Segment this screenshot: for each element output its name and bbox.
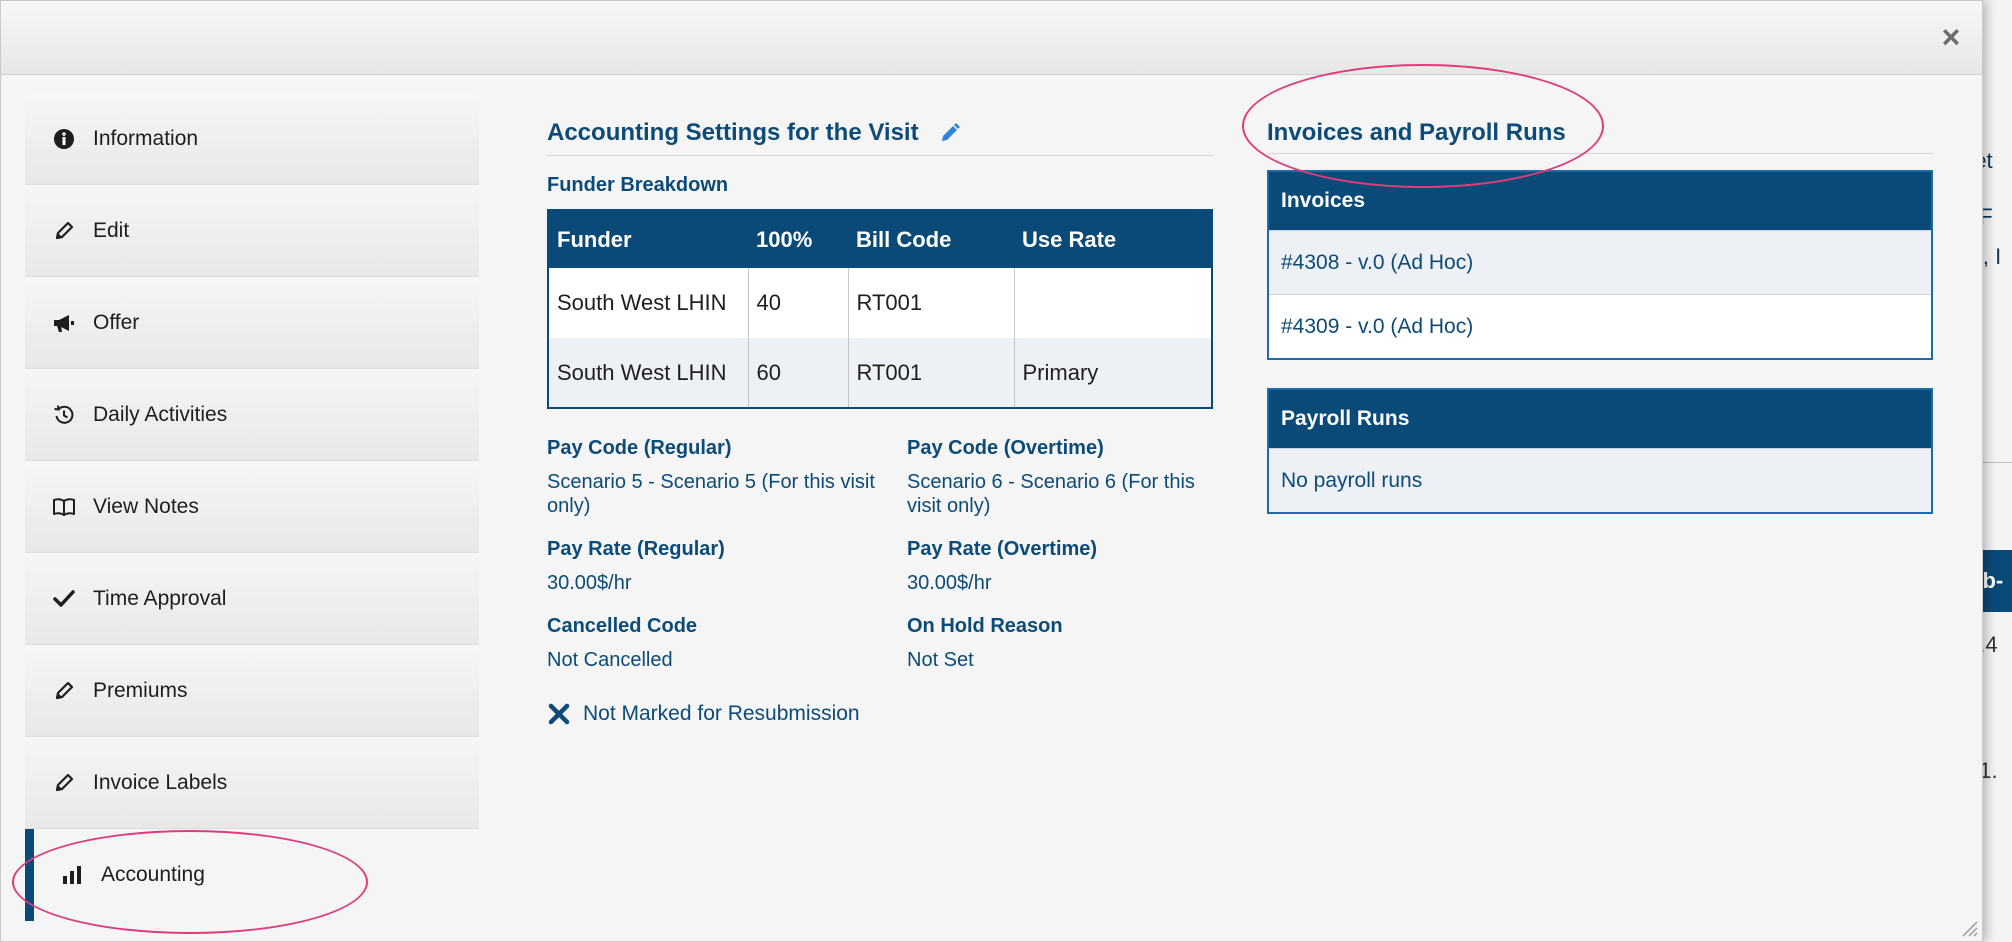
payroll-empty-message: No payroll runs [1269,448,1931,512]
edit-pencil-icon[interactable] [939,122,961,144]
invoice-link[interactable]: #4308 - v.0 (Ad Hoc) [1281,251,1473,275]
accounting-settings-header: Accounting Settings for the Visit [547,119,1213,156]
section-title: Accounting Settings for the Visit [547,119,919,146]
resize-grip-icon[interactable] [1960,919,1978,937]
megaphone-icon [51,310,77,336]
sidebar-item-label: Time Approval [93,586,227,610]
field-value: Scenario 5 - Scenario 5 (For this visit … [547,471,875,517]
field-label: Pay Rate (Overtime) [907,538,1098,560]
history-icon [51,402,77,428]
payroll-runs-panel: Payroll Runs No payroll runs [1267,388,1933,514]
sidebar-item-time-approval[interactable]: Time Approval [25,553,479,645]
table-cell: RT001 [848,268,1015,338]
sidebar-item-information[interactable]: Information [25,93,479,185]
table-row: South West LHIN 40 RT001 [548,268,1213,338]
sidebar-nav: Information Edit Offer Daily Activities … [25,93,479,921]
accounting-settings: Accounting Settings for the Visit Funder… [547,119,1213,726]
pencil-icon [51,678,77,704]
field-label: On Hold Reason [907,615,1063,637]
table-cell: Primary [1014,338,1213,408]
bar-chart-icon [59,862,85,888]
field-value: 30.00$/hr [547,572,632,594]
table-cell: 40 [748,268,849,338]
sidebar-item-offer[interactable]: Offer [25,277,479,369]
check-icon [51,586,77,612]
resubmission-status: Not Marked for Resubmission [547,702,1213,726]
pay-code-overtime: Pay Code (Overtime) Scenario 6 - Scenari… [907,437,1213,518]
pay-code-regular: Pay Code (Regular) Scenario 5 - Scenario… [547,437,907,518]
pencil-icon [51,218,77,244]
payroll-runs-panel-header: Payroll Runs [1269,390,1931,448]
table-cell: RT001 [848,338,1015,408]
sidebar-item-edit[interactable]: Edit [25,185,479,277]
column-header-funder: Funder [548,210,748,268]
invoices-payroll-title: Invoices and Payroll Runs [1267,119,1933,154]
table-cell: South West LHIN [548,338,749,408]
invoice-link[interactable]: #4309 - v.0 (Ad Hoc) [1281,315,1473,339]
close-button[interactable]: × [1936,21,1966,53]
field-label: Pay Code (Overtime) [907,437,1104,459]
table-header-row: Funder 100% Bill Code Use Rate [548,210,1212,268]
field-label: Cancelled Code [547,615,698,637]
on-hold-reason: On Hold Reason Not Set [907,615,1213,672]
cancelled-code: Cancelled Code Not Cancelled [547,615,907,672]
field-label: Pay Rate (Regular) [547,538,725,560]
table-cell: 60 [748,338,849,408]
table-cell: South West LHIN [548,268,749,338]
pencil-icon [51,770,77,796]
column-header-use-rate: Use Rate [1014,210,1212,268]
x-mark-icon [547,702,571,726]
sidebar-item-label: Information [93,126,199,150]
field-value: 30.00$/hr [907,572,992,594]
modal-header: × [1,1,1982,75]
list-item: #4309 - v.0 (Ad Hoc) [1269,294,1931,358]
sidebar-item-accounting[interactable]: Accounting [25,829,479,921]
pay-details: Pay Code (Regular) Scenario 5 - Scenario… [547,437,1213,672]
book-icon [51,494,77,520]
sidebar-item-label: Edit [93,218,130,242]
resubmission-text: Not Marked for Resubmission [583,702,860,725]
table-cell [1014,268,1213,338]
sidebar-item-label: Offer [93,310,140,334]
sidebar-item-invoice-labels[interactable]: Invoice Labels [25,737,479,829]
info-circle-icon [51,126,77,152]
list-item: #4308 - v.0 (Ad Hoc) [1269,230,1931,294]
field-value: Scenario 6 - Scenario 6 (For this visit … [907,471,1195,517]
field-value: Not Cancelled [547,649,673,671]
sidebar-item-premiums[interactable]: Premiums [25,645,479,737]
funder-table: Funder 100% Bill Code Use Rate South Wes… [547,209,1213,409]
column-header-bill-code: Bill Code [848,210,1014,268]
pay-rate-regular: Pay Rate (Regular) 30.00$/hr [547,538,907,595]
field-label: Pay Code (Regular) [547,437,732,459]
visit-modal: × Information Edit Offer Daily Activitie… [0,0,1983,942]
invoices-panel-header: Invoices [1269,172,1931,230]
sidebar-item-label: Premiums [93,678,188,702]
sidebar-item-daily-activities[interactable]: Daily Activities [25,369,479,461]
sidebar-item-view-notes[interactable]: View Notes [25,461,479,553]
sidebar-item-label: View Notes [93,494,199,518]
field-value: Not Set [907,649,974,671]
sidebar-item-label: Accounting [101,863,205,886]
pay-rate-overtime: Pay Rate (Overtime) 30.00$/hr [907,538,1213,595]
column-header-percent: 100% [748,210,848,268]
invoices-panel: Invoices #4308 - v.0 (Ad Hoc) #4309 - v.… [1267,170,1933,360]
funder-breakdown-label: Funder Breakdown [547,174,729,196]
sidebar-item-label: Daily Activities [93,402,228,426]
sidebar-item-label: Invoice Labels [93,770,228,794]
table-row: South West LHIN 60 RT001 Primary [548,338,1213,408]
invoices-payroll-section: Invoices and Payroll Runs Invoices #4308… [1267,119,1933,514]
